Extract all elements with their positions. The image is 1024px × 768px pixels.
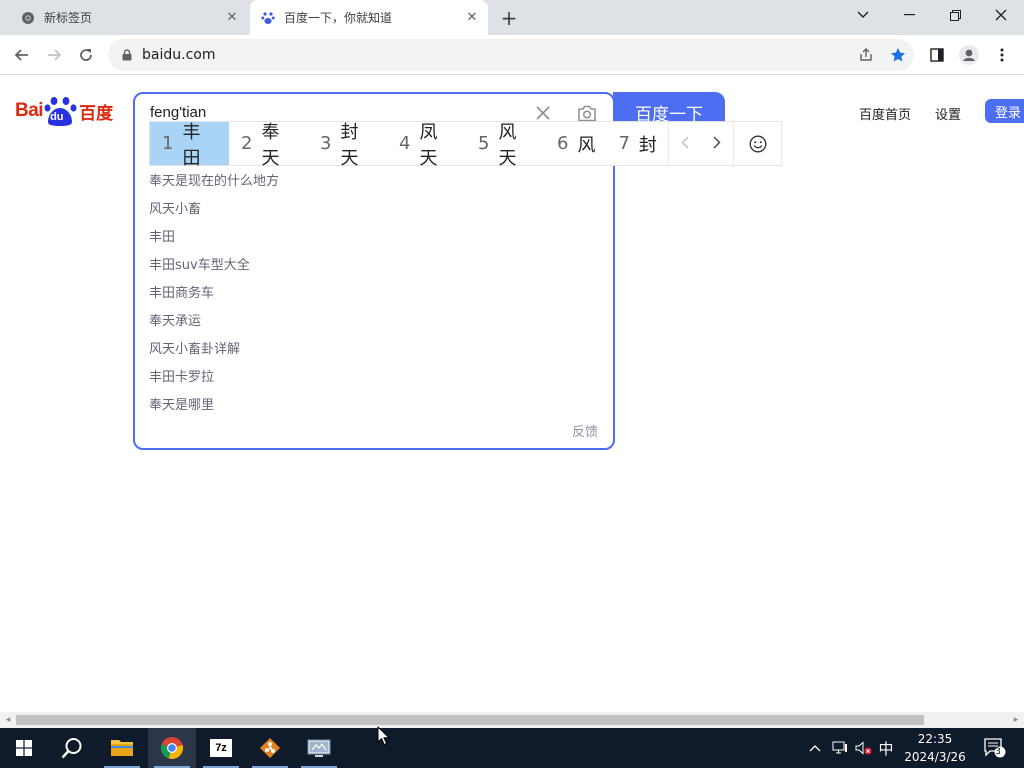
bookmark-star-icon[interactable] [886,45,910,65]
browser-toolbar: baidu.com [0,35,1024,75]
suggestion-list: 奉天是现在的什么地方 风天小畜 丰田 丰田suv车型大全 丰田商务车 奉天承运 … [149,172,279,424]
page-content: Bai du 百度 feng'tian 百度一下 奉天是现在的什么地方 风天小畜… [0,76,1024,712]
feedback-link[interactable]: 反馈 [572,421,598,440]
mouse-cursor-icon [377,725,391,746]
candidate-text: 丰田 [182,121,201,169]
file-explorer-icon[interactable] [98,728,146,768]
chrome-taskbar-icon[interactable] [148,728,196,768]
candidate-number: 7 [618,133,630,154]
login-button[interactable]: 登录 [985,99,1024,123]
lock-icon[interactable] [120,47,134,63]
ime-paging [667,122,733,165]
candidate-text: 封天 [340,121,359,169]
candidate-text: 风 [577,134,596,156]
candidate-number: 1 [162,133,174,154]
scrollbar-thumb[interactable] [16,715,924,725]
scroll-left-icon[interactable]: ◂ [3,715,13,725]
volume-muted-icon[interactable] [853,728,875,768]
suggestion-item[interactable]: 丰田商务车 [149,284,279,312]
candidate-number: 2 [241,133,253,154]
scroll-right-icon[interactable]: ▸ [1011,715,1021,725]
share-icon[interactable] [854,45,878,65]
ime-next-page-icon[interactable] [713,134,721,153]
candidate-text: 凤天 [419,121,438,169]
logo-du-text: du [50,111,64,123]
ime-candidate[interactable]: 7封 [606,122,667,165]
baidu-logo[interactable]: Bai du 百度 [15,96,113,126]
ime-candidate[interactable]: 3 封天 [308,122,387,169]
ime-candidate[interactable]: 6风 [545,122,606,165]
url-text: baidu.com [142,47,216,63]
address-bar[interactable]: baidu.com [108,39,914,71]
tab-title: 百度一下，你就知道 [284,11,393,25]
horizontal-scrollbar[interactable]: ◂ ▸ [0,712,1024,728]
network-icon[interactable] [295,728,343,768]
suggestion-item[interactable]: 奉天是现在的什么地方 [149,172,279,200]
network-status-icon[interactable] [829,728,851,768]
baidu-paw-icon [260,10,276,26]
settings-link[interactable]: 设置 [935,104,961,123]
tab-baidu[interactable]: 百度一下，你就知道 ✕ [250,0,488,35]
window-close-icon[interactable] [978,0,1024,30]
candidate-number: 5 [478,133,490,154]
ime-emoji-icon[interactable] [733,122,781,165]
ime-candidate[interactable]: 2 奉天 [229,122,308,169]
ime-candidate[interactable]: 5 风天 [466,122,545,169]
clock-time: 22:35 [917,732,953,746]
git-icon[interactable] [246,728,294,768]
candidate-text: 奉天 [261,121,280,169]
suggestion-item[interactable]: 丰田卡罗拉 [149,368,279,396]
back-icon[interactable] [8,41,36,69]
tab-new-tab[interactable]: 新标签页 ✕ [8,0,248,35]
minimize-icon[interactable] [886,0,932,30]
windows-taskbar: 7z 中 22:35 2024/3/26 3 [0,728,1024,768]
notification-center-icon[interactable]: 3 [980,728,1010,768]
tab-close-icon[interactable]: ✕ [462,8,482,28]
menu-kebab-icon[interactable] [990,43,1014,67]
side-panel-icon[interactable] [925,43,949,67]
reload-icon[interactable] [72,41,100,69]
ime-candidate[interactable]: 4 凤天 [387,122,466,169]
restore-icon[interactable] [932,0,978,30]
notification-count: 3 [995,747,1001,757]
candidate-number: 3 [320,133,332,154]
ime-prev-page-icon[interactable] [681,134,689,153]
suggestion-item[interactable]: 丰田 [149,228,279,256]
clock-date: 2024/3/26 [904,750,966,764]
tab-title: 新标签页 [44,11,93,25]
ime-candidate[interactable]: 1 丰田 [150,122,229,169]
search-icon[interactable] [48,728,96,768]
suggestion-item[interactable]: 丰田suv车型大全 [149,256,279,284]
suggestion-item[interactable]: 风天小畜 [149,200,279,228]
start-icon[interactable] [0,728,48,768]
candidate-text: 风天 [498,121,517,169]
tab-search-chevron-icon[interactable] [840,0,886,30]
7zip-label: 7z [210,739,232,757]
show-hidden-icons-icon[interactable] [806,728,824,768]
baidu-paw-logo-icon: du [44,96,78,126]
system-clock[interactable]: 22:35 2024/3/26 [896,730,974,766]
chrome-icon [20,10,36,26]
suggestion-item[interactable]: 奉天承运 [149,312,279,340]
tab-strip: 新标签页 ✕ 百度一下，你就知道 ✕ + [0,0,1024,35]
ime-indicator[interactable]: 中 [876,728,896,768]
candidate-number: 4 [399,133,411,154]
candidate-number: 6 [557,133,569,154]
new-tab-icon[interactable]: + [496,5,522,31]
7zip-icon[interactable]: 7z [197,728,245,768]
logo-cn-text: 百度 [79,103,114,123]
tab-close-icon[interactable]: ✕ [222,8,242,28]
suggestion-item[interactable]: 奉天是哪里 [149,396,279,424]
logo-bai-text: Bai [15,100,44,121]
candidate-text: 封 [638,134,657,156]
profile-avatar-icon[interactable] [957,43,981,67]
home-link[interactable]: 百度首页 [859,104,911,123]
suggestion-item[interactable]: 风天小畜卦详解 [149,340,279,368]
ime-candidate-window: 1 丰田 2 奉天 3 封天 4 凤天 5 风天 6风 7封 [149,121,782,169]
forward-icon[interactable] [40,41,68,69]
